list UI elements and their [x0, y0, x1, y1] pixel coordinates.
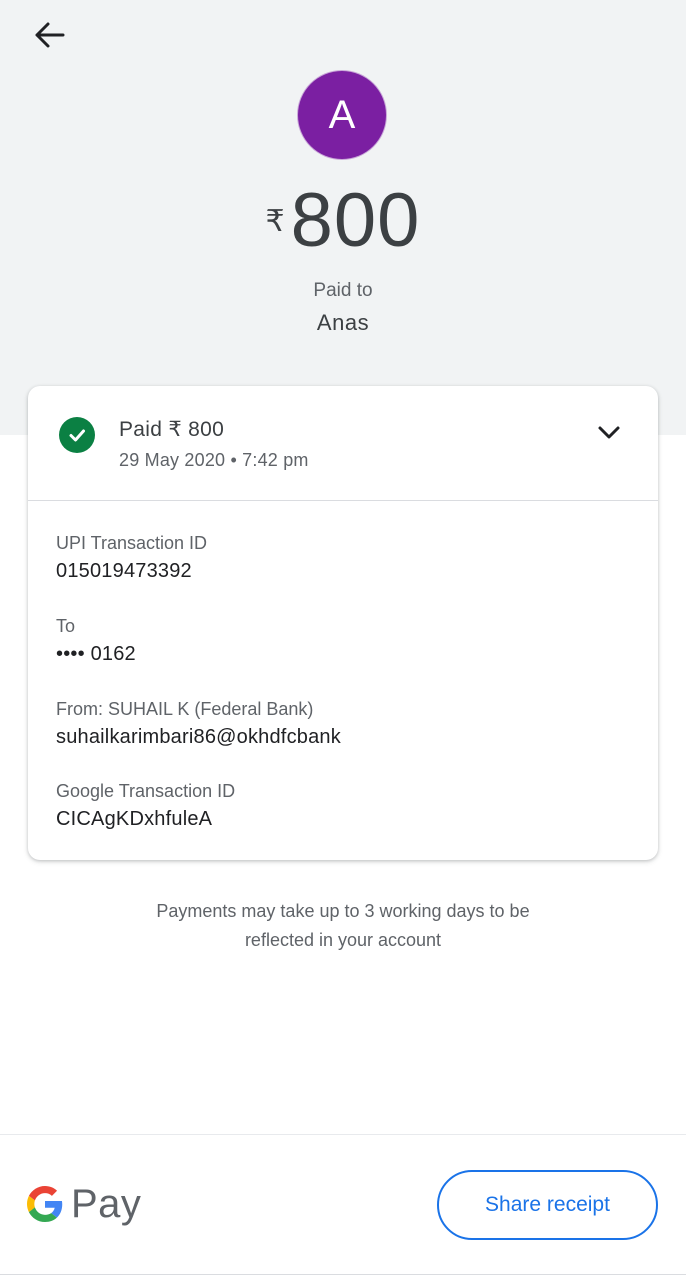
payment-amount: ₹800 [0, 178, 686, 264]
upi-transaction-id-value: 015019473392 [56, 560, 192, 582]
google-transaction-id-value: CICAgKDxhfuleA [56, 808, 213, 830]
chevron-down-icon[interactable] [594, 418, 624, 448]
payment-note-line-1: Payments may take up to 3 working days t… [156, 901, 530, 921]
back-button[interactable] [22, 12, 76, 58]
amount-value: 800 [290, 178, 421, 263]
upi-transaction-id-label: UPI Transaction ID [56, 533, 208, 553]
transaction-status-header[interactable]: Paid ₹ 800 29 May 2020 • 7:42 pm [28, 386, 658, 501]
transaction-details-card: Paid ₹ 800 29 May 2020 • 7:42 pm UPI Tra… [28, 386, 658, 860]
footer-divider [0, 1134, 686, 1135]
to-account-value: •••• 0162 [56, 643, 136, 665]
arrow-back-icon [35, 22, 65, 48]
payment-note-line-2: reflected in your account [244, 930, 442, 950]
avatar: A [298, 71, 386, 159]
bottom-edge-line [0, 1274, 686, 1275]
google-pay-logo: Pay [27, 1180, 141, 1228]
google-pay-text: Pay [71, 1181, 142, 1226]
currency-symbol: ₹ [265, 205, 285, 238]
payment-note: Payments may take up to 3 working days t… [113, 897, 573, 955]
to-label: To [56, 616, 76, 636]
share-receipt-button[interactable]: Share receipt [437, 1170, 658, 1240]
payee-name: Anas [316, 310, 370, 335]
google-g-logo [27, 1186, 63, 1222]
from-label: From: SUHAIL K (Federal Bank) [56, 699, 314, 719]
transaction-datetime: 29 May 2020 • 7:42 pm [119, 450, 309, 470]
check-circle-icon [59, 417, 95, 453]
transaction-status: Paid ₹ 800 [119, 418, 225, 441]
google-transaction-id-label: Google Transaction ID [56, 781, 236, 801]
paid-to-label: Paid to [313, 280, 373, 301]
from-upi-id-value: suhailkarimbari86@okhdfcbank [56, 726, 341, 748]
